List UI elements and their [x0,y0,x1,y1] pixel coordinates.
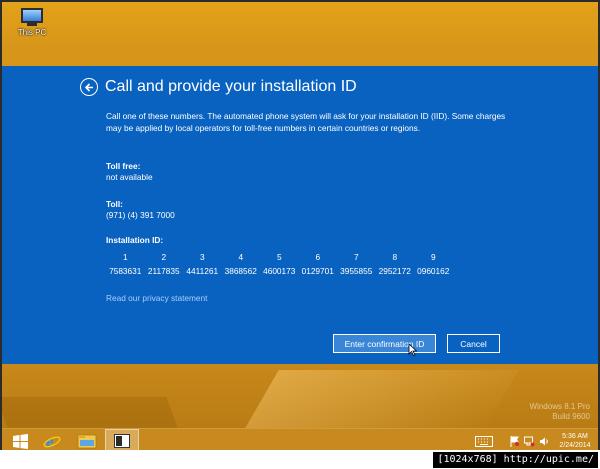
toll-section: Toll: (971) (4) 391 7000 [106,199,175,221]
id-group-number: 6 [315,252,321,262]
windows-start-icon [12,433,28,449]
file-explorer-icon [77,434,97,449]
id-group-value: 0960162 [417,266,450,276]
id-group-number: 1 [122,252,128,262]
clock-time: 5:36 AM [562,433,588,440]
id-group-values: 7583631 2117835 4411261 3868562 4600173 … [106,264,453,278]
watermark-edition: Windows 8.1 Pro [529,402,590,411]
toll-label: Toll: [106,199,123,209]
desktop-icon-this-pc[interactable]: This PC [12,6,52,37]
watermark-build: Build 9600 [552,412,590,421]
id-group-number: 8 [392,252,398,262]
clock-date: 2/24/2014 [559,442,591,449]
id-group-value: 3955855 [340,266,373,276]
id-group-value: 4411261 [186,266,219,276]
toll-free-value: not available [106,172,153,182]
windows-watermark: Windows 8.1 Pro Build 9600 [530,402,590,422]
back-arrow-icon [84,82,93,92]
id-group-value: 0129701 [301,266,334,276]
id-group-value: 2117835 [147,266,180,276]
instructions-text: Call one of these numbers. The automated… [106,111,506,133]
desktop-highlight [245,370,519,428]
page-title: Call and provide your installation ID [105,78,357,95]
id-group-value: 4600173 [263,266,296,276]
enter-confirmation-id-button[interactable]: Enter confirmation ID [333,334,436,353]
id-group-number: 2 [161,252,167,262]
installation-id-section: Installation ID: [106,235,163,246]
id-group-number: 3 [199,252,205,262]
volume-icon[interactable] [539,436,550,447]
activation-panel: Call and provide your installation ID Ca… [2,66,598,364]
toll-number: (971) (4) 391 7000 [106,210,175,220]
installation-id-table: 1 2 3 4 5 6 7 8 9 7583631 2117835 441126… [106,250,453,278]
taskbar: e 5:36 AM 2/24/2014 [2,428,598,453]
id-group-numbers: 1 2 3 4 5 6 7 8 9 [106,250,453,264]
id-group-value: 2952172 [378,266,411,276]
image-footer: [1024x768] http://upic.me/ [0,450,600,469]
desktop-shadow [2,397,178,428]
id-group-number: 4 [238,252,244,262]
id-group-value: 3868562 [224,266,257,276]
app-window-icon [114,434,130,448]
installation-id-label: Installation ID: [106,235,164,245]
id-group-value: 7583631 [109,266,142,276]
keyboard-icon [475,435,493,447]
upload-tag: [1024x768] http://upic.me/ [433,452,598,468]
taskbar-clock[interactable]: 5:36 AM 2/24/2014 [555,432,595,450]
back-button[interactable] [80,78,98,96]
desktop-icon-label: This PC [17,28,47,37]
flag-icon[interactable] [510,435,520,447]
cancel-button[interactable]: Cancel [447,334,500,353]
network-icon[interactable] [524,436,535,447]
this-pc-icon [12,8,52,26]
panel-header: Call and provide your installation ID [80,78,357,96]
toll-free-label: Toll free: [106,161,141,171]
id-group-number: 7 [353,252,359,262]
toll-free-section: Toll free: not available [106,161,153,183]
id-group-number: 5 [276,252,282,262]
mouse-cursor-icon [408,344,418,356]
internet-explorer-icon: e [43,432,61,450]
screen: This PC Call and provide your installati… [0,0,600,469]
id-group-number: 9 [430,252,436,262]
privacy-statement-link[interactable]: Read our privacy statement [106,293,207,303]
